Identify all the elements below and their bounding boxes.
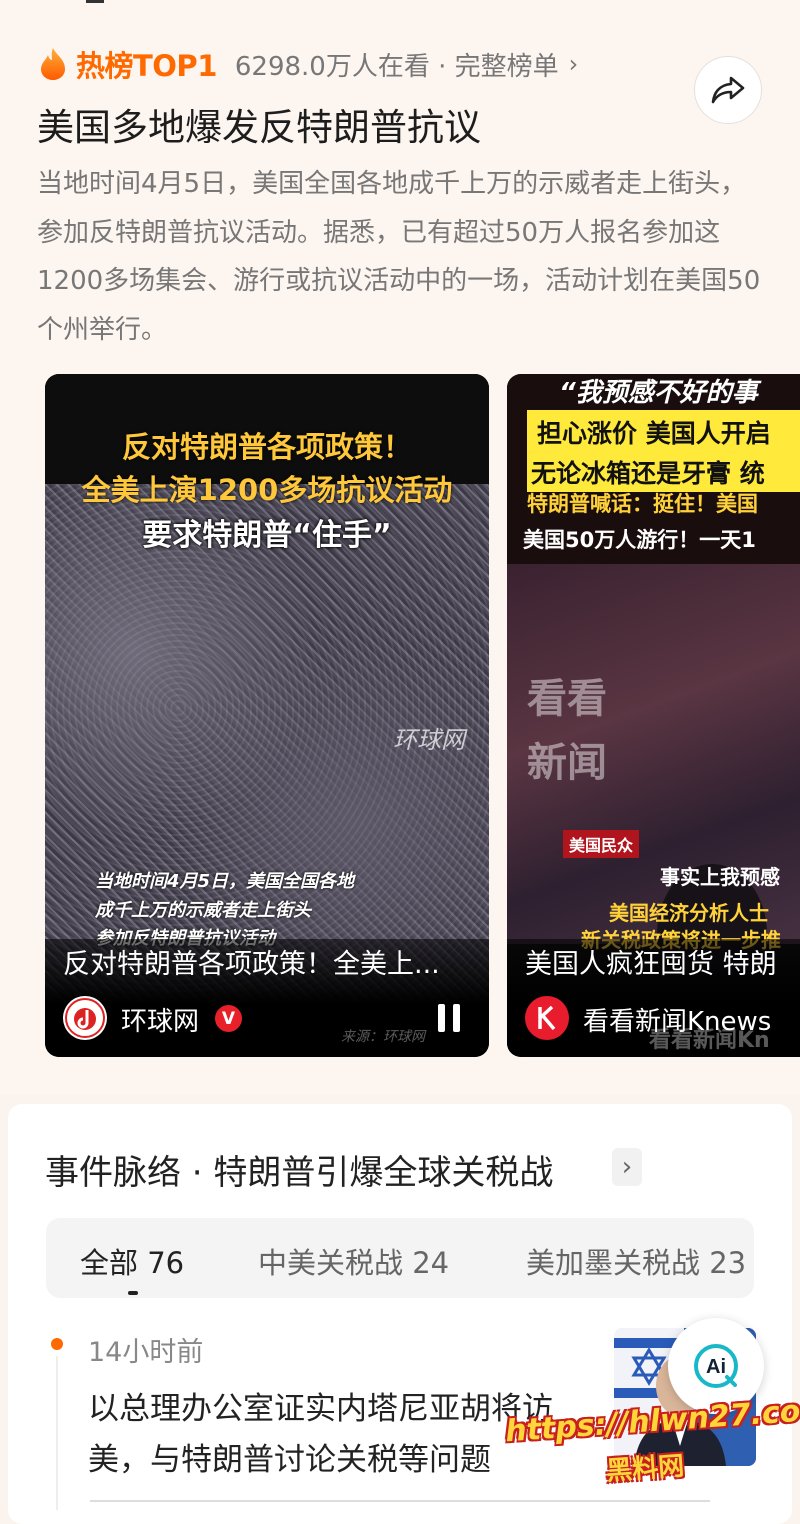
event-title[interactable]: 事件脉络 · 特朗普引爆全球关税战: [45, 1145, 553, 1194]
ai-icon: Ai: [694, 1344, 738, 1388]
site-watermark: 黑料网: [605, 1451, 686, 1487]
timeline-dot: [51, 1338, 63, 1350]
video-subtitle: 当地时间4月5日，美国全国各地: [95, 871, 355, 892]
tab-label: 全部: [80, 1246, 139, 1280]
headline[interactable]: 美国多地爆发反特朗普抗议: [37, 97, 481, 151]
video-caption: “我预感不好的事: [559, 378, 758, 408]
chevron-right-icon[interactable]: ›: [612, 1148, 642, 1186]
author-name[interactable]: 环球网: [121, 1001, 199, 1038]
timeline-time: 14小时前: [88, 1337, 204, 1368]
video-subtitle: 美国经济分析人士: [609, 901, 769, 925]
video-subtitle: 成千上万的示威者走上街头: [95, 900, 311, 921]
ai-label: Ai: [706, 1356, 726, 1378]
video-caption: 全美上演1200多场抗议活动: [81, 473, 453, 507]
share-button[interactable]: [694, 56, 762, 124]
knews-logo-icon: [538, 1005, 556, 1031]
verified-badge: V: [215, 1005, 242, 1032]
hot-rank-row[interactable]: 热榜TOP1 6298.0万人在看 · 完整榜单 ›: [38, 44, 578, 84]
pause-icon[interactable]: [438, 1004, 460, 1032]
tab-count: 24: [412, 1246, 450, 1280]
video-caption: 特朗普喊话：挺住！美国: [527, 492, 758, 516]
tab-us-canada-mexico[interactable]: 美加墨关税战 23: [526, 1240, 746, 1282]
tab-all[interactable]: 全部 76: [80, 1240, 184, 1282]
video-caption: 要求特朗普“住手”: [142, 518, 392, 553]
status-indicator: [86, 0, 104, 3]
huanqiu-logo-icon: [65, 998, 105, 1038]
chevron-right-icon: ›: [568, 50, 579, 78]
author-avatar[interactable]: [63, 996, 107, 1040]
video-subtitle: 事实上我预感: [660, 865, 780, 889]
flame-icon: [41, 48, 65, 80]
video-watermark: 环球网: [393, 726, 465, 754]
timeline-line: [56, 1356, 58, 1510]
video-title[interactable]: 反对特朗普各项政策！全美上...: [63, 942, 440, 981]
video-caption: 反对特朗普各项政策！: [121, 430, 412, 464]
video-tag: 美国民众: [563, 830, 640, 858]
tab-china-us[interactable]: 中美关税战 24: [258, 1240, 449, 1282]
video-card[interactable]: 反对特朗普各项政策！ 全美上演1200多场抗议活动 要求特朗普“住手” 环球网 …: [45, 374, 489, 1057]
summary-text: 当地时间4月5日，美国全国各地成千上万的示威者走上街头，参加反特朗普抗议活动。据…: [37, 169, 761, 345]
event-tabs: 全部 76 中美关税战 24 美加墨关税战 23: [46, 1218, 754, 1298]
news-logo-text: 看看: [527, 676, 607, 722]
video-watermark: 看看新闻Kn: [649, 1028, 770, 1053]
video-card[interactable]: “我预感不好的事 担心涨价 美国人开启 无论冰箱还是牙膏 统 特朗普喊话：挺住！…: [507, 374, 800, 1057]
tab-count: 23: [709, 1246, 747, 1280]
tab-label: 中美关税战: [258, 1246, 404, 1280]
video-caption: 无论冰箱还是牙膏 统: [531, 459, 765, 488]
video-caption: 美国50万人游行！一天1: [523, 528, 756, 552]
video-caption: 担心涨价 美国人开启: [537, 419, 771, 448]
hot-rank-label: 热榜TOP1: [76, 49, 217, 83]
tab-label: 美加墨关税战: [526, 1246, 701, 1280]
video-title[interactable]: 美国人疯狂囤货 特朗: [525, 942, 777, 981]
video-source: 来源：环球网: [341, 1029, 425, 1045]
tab-count: 76: [147, 1246, 185, 1280]
divider: [90, 1500, 710, 1502]
active-tab-indicator: [128, 1291, 138, 1295]
author-avatar[interactable]: [525, 996, 569, 1040]
share-icon: [711, 76, 745, 104]
news-logo-text: 新闻: [527, 740, 607, 786]
viewer-count[interactable]: 6298.0万人在看 · 完整榜单: [235, 46, 559, 83]
